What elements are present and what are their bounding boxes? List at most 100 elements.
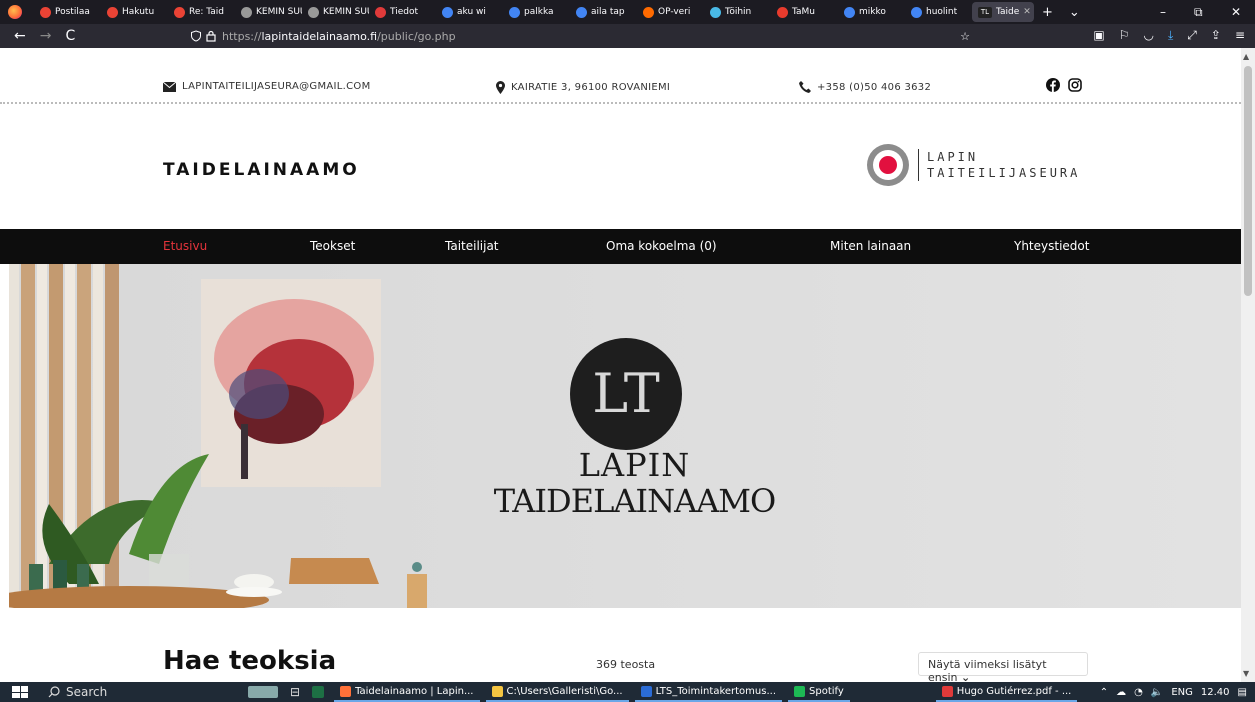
nav-item[interactable]: Miten lainaan <box>830 239 911 253</box>
extensions-icon[interactable]: ⚐ <box>1119 28 1130 43</box>
app-icon <box>640 685 652 697</box>
nav-item[interactable]: Oma kokoelma (0) <box>606 239 717 253</box>
volume-icon[interactable]: 🔈 <box>1151 687 1163 698</box>
share-icon[interactable]: ⇪ <box>1211 28 1221 43</box>
restore-button[interactable]: ⧉ <box>1194 0 1203 24</box>
new-tab-button[interactable]: + <box>1042 5 1053 20</box>
lock-icon <box>206 30 216 42</box>
taskbar-app[interactable]: Hugo Gutiérrez.pdf - ... <box>935 682 1078 702</box>
tab-favicon-icon <box>174 6 185 18</box>
tab-favicon-icon <box>375 6 386 18</box>
folder-icon[interactable]: ▣ <box>1093 28 1104 43</box>
taskbar-app[interactable]: Taidelainaamo | Lapin... <box>334 682 480 702</box>
tab-favicon-icon <box>777 6 788 18</box>
browser-tab[interactable]: TaMu <box>771 0 838 24</box>
url-bar[interactable]: https:// lapintaidelainaamo.fi /public/g… <box>190 27 970 45</box>
page-scrollbar[interactable]: ▲ ▼ <box>1241 48 1255 682</box>
network-icon[interactable]: ◔ <box>1134 687 1143 698</box>
facebook-icon[interactable] <box>1046 78 1060 92</box>
close-tab-icon[interactable]: ✕ <box>1023 7 1031 17</box>
browser-tab[interactable]: Tiedot <box>369 0 436 24</box>
onedrive-icon[interactable]: ☁ <box>1116 687 1126 698</box>
tab-favicon-icon <box>911 6 922 18</box>
hero-image: LT <box>9 264 682 608</box>
browser-tab[interactable]: Postilaa <box>34 0 101 24</box>
tab-label: Postilaa <box>55 7 90 17</box>
widgets-icon[interactable] <box>248 686 278 698</box>
nav-item[interactable]: Teokset <box>310 239 355 253</box>
system-tray: ⌃ ☁ ◔ 🔈 ENG 12.40 ▤ <box>1100 682 1247 702</box>
site-brand[interactable]: TAIDELAINAAMO <box>163 160 360 180</box>
browser-tab[interactable]: Hakutu <box>101 0 168 24</box>
browser-tab[interactable]: huolint <box>905 0 972 24</box>
tab-label: palkka <box>524 7 554 17</box>
scrollbar-thumb[interactable] <box>1244 66 1252 296</box>
browser-tab[interactable]: Töihin <box>704 0 771 24</box>
firefox-icon[interactable] <box>8 5 22 19</box>
contact-phone[interactable]: +358 (0)50 406 3632 <box>799 81 931 93</box>
excel-icon[interactable] <box>312 686 325 698</box>
tab-label: Hakutu <box>122 7 155 17</box>
tray-chevron-icon[interactable]: ⌃ <box>1100 687 1108 698</box>
browser-tab[interactable]: Re: Taid <box>168 0 235 24</box>
hero-line2: TAIDELAINAAMO <box>493 482 777 520</box>
reload-button[interactable]: C <box>65 28 75 44</box>
taskbar-app[interactable]: LTS_Toimintakertomus... <box>634 682 783 702</box>
browser-tab[interactable]: aku wi <box>436 0 503 24</box>
menu-icon[interactable]: ≡ <box>1235 28 1245 43</box>
sort-select[interactable]: Näytä viimeksi lisätyt ensin ⌄ <box>918 652 1088 682</box>
browser-tab[interactable]: KEMIN SUU <box>235 0 302 24</box>
tab-list-button[interactable]: ⌄ <box>1069 5 1080 20</box>
bookmark-star-icon[interactable]: ☆ <box>960 30 970 43</box>
nav-item[interactable]: Taiteilijat <box>445 239 499 253</box>
browser-navbar: ← → C https:// lapintaidelainaamo.fi /pu… <box>0 24 1255 48</box>
browser-tab[interactable]: OP-veri <box>637 0 704 24</box>
task-view-icon[interactable]: ⊟ <box>290 685 300 699</box>
windows-start-icon[interactable] <box>12 686 28 698</box>
browser-tab[interactable]: TL Taide ✕ <box>972 2 1034 22</box>
browser-tab[interactable]: mikko <box>838 0 905 24</box>
social-links <box>1046 78 1082 92</box>
browser-tab[interactable]: KEMIN SUU <box>302 0 369 24</box>
tab-label: KEMIN SUU <box>323 7 369 17</box>
clock[interactable]: 12.40 <box>1201 687 1230 698</box>
taskbar-app[interactable]: C:\Users\Galleristi\Go... <box>485 682 629 702</box>
close-window-button[interactable]: ✕ <box>1231 0 1241 24</box>
taskbar-app-label: C:\Users\Galleristi\Go... <box>506 685 623 697</box>
taskbar-search[interactable]: Search <box>48 685 208 699</box>
shield-icon <box>191 30 201 42</box>
tab-label: TaMu <box>792 7 815 17</box>
email-text: LAPINTAITEILIJASEURA@GMAIL.COM <box>182 81 371 92</box>
tab-label: Re: Taid <box>189 7 225 17</box>
nav-item[interactable]: Etusivu <box>163 239 207 253</box>
browser-tab[interactable]: palkka <box>503 0 570 24</box>
taskbar-app[interactable]: Spotify <box>788 682 850 702</box>
minimize-button[interactable]: – <box>1160 0 1166 24</box>
tab-favicon-icon <box>442 6 453 18</box>
fullscreen-icon[interactable]: ⤢ <box>1187 28 1197 43</box>
back-button[interactable]: ← <box>14 28 26 44</box>
pocket-icon[interactable]: ◡ <box>1143 28 1153 43</box>
tab-label: aila tap <box>591 7 625 17</box>
app-icon <box>491 685 503 697</box>
phone-icon <box>799 81 811 93</box>
lts-logo-icon <box>867 144 909 186</box>
tab-favicon-icon <box>40 6 51 18</box>
browser-tab[interactable]: aila tap <box>570 0 637 24</box>
tab-favicon-icon <box>241 6 252 18</box>
nav-item[interactable]: Yhteystiedot <box>1014 239 1089 253</box>
language-indicator[interactable]: ENG <box>1171 687 1193 698</box>
tab-favicon-icon <box>509 6 520 18</box>
forward-button[interactable]: → <box>40 28 52 44</box>
scroll-up-icon[interactable]: ▲ <box>1243 52 1249 61</box>
logo-line1: LAPIN <box>927 150 979 164</box>
tab-label: Töihin <box>725 7 752 17</box>
contact-email[interactable]: LAPINTAITEILIJASEURA@GMAIL.COM <box>163 81 371 92</box>
logo-line2: TAITEILIJASEURA <box>927 166 1081 180</box>
lapin-taiteilijaseura-logo[interactable]: LAPIN TAITEILIJASEURA <box>866 143 1080 187</box>
download-icon[interactable]: ⤓ <box>1168 28 1173 43</box>
notification-icon[interactable]: ▤ <box>1238 687 1247 698</box>
instagram-icon[interactable] <box>1068 78 1082 92</box>
scroll-down-icon[interactable]: ▼ <box>1243 669 1249 678</box>
windows-taskbar: Search ⊟ Taidelainaamo | Lapin... C:\User… <box>0 682 1255 702</box>
